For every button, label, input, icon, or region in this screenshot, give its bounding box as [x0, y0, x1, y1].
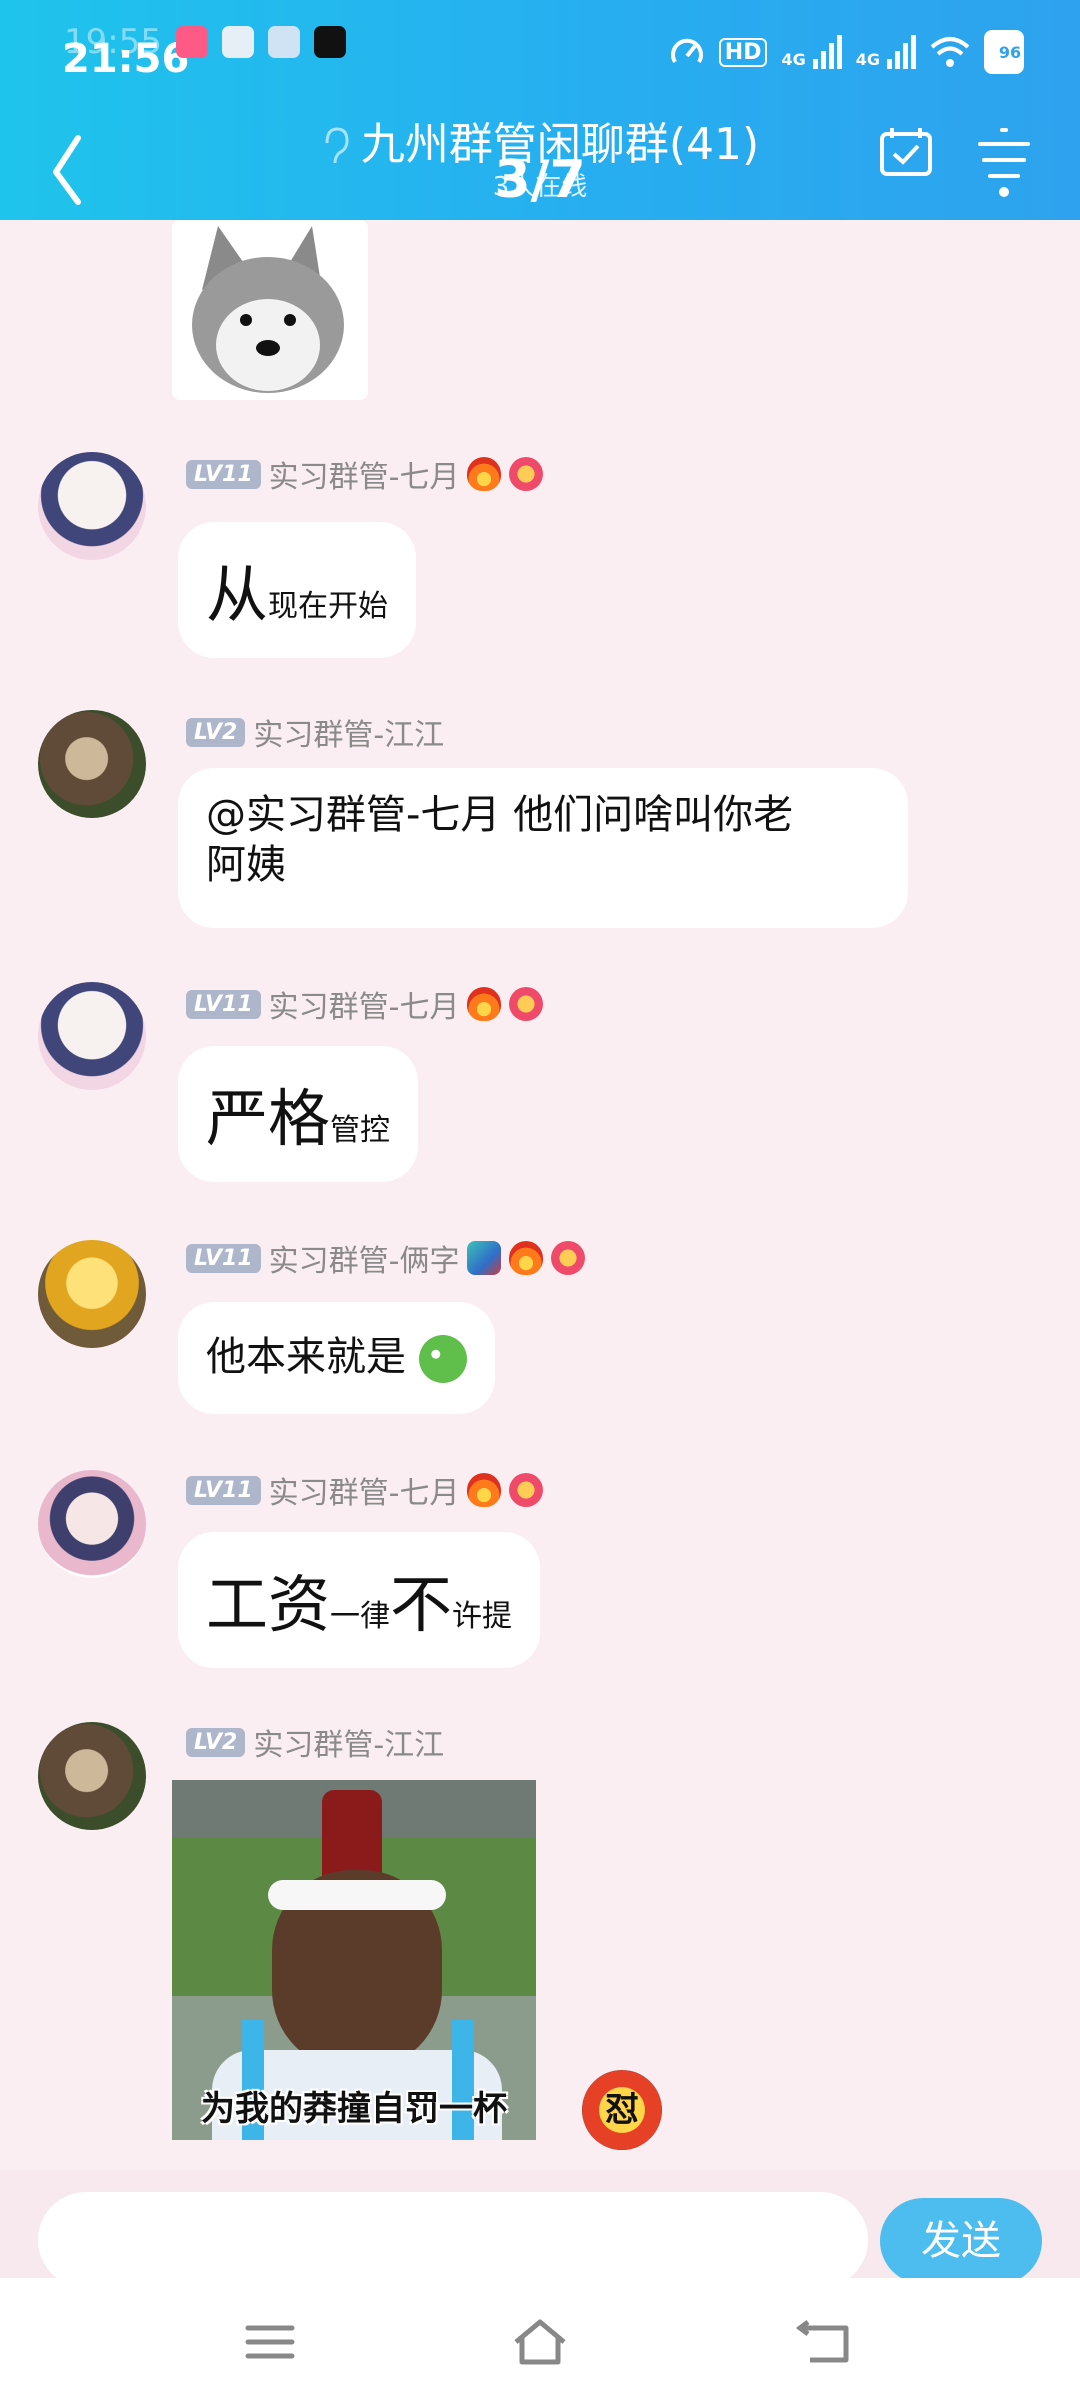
message-bubble[interactable]: @实习群管-七月 他们问啥叫你老 阿姨 [178, 768, 908, 928]
fire-icon [467, 987, 502, 1021]
speed-icon [670, 38, 703, 64]
sender-meta: LV2 实习群管-江江 [186, 710, 444, 754]
dragon-icon [467, 1241, 502, 1275]
send-button[interactable]: 发送 [880, 2198, 1042, 2284]
status-indicators: HD 4G 4G 96 [669, 30, 1030, 74]
sender-name[interactable]: 实习群管-俩字 [269, 1236, 460, 1280]
message-bubble[interactable]: 他本来就是 [178, 1302, 495, 1414]
avatar[interactable] [38, 1470, 146, 1578]
level-badge: LV11 [186, 459, 261, 489]
hd-badge: HD [718, 37, 768, 67]
tiktok-app-icon [314, 26, 346, 58]
message-text-small: 许提 [452, 1599, 513, 1634]
message-text-line: 阿姨 [206, 842, 286, 888]
chat-header: 19:55 21:56 HD 4G 4G 96 九州群管闲聊群(41) 3人在线… [0, 0, 1080, 220]
sender-meta: LV2 实习群管-江江 [186, 1720, 444, 1764]
sender-name[interactable]: 实习群管-江江 [253, 710, 444, 754]
level-badge: LV11 [186, 1243, 261, 1273]
avatar[interactable] [38, 452, 146, 560]
group-menu-icon[interactable] [976, 124, 1032, 200]
signal-2-icon: 4G [856, 35, 916, 69]
avatar[interactable] [38, 710, 146, 818]
status-time: 21:56 [62, 36, 190, 82]
notification-icons [176, 26, 346, 58]
husky-sticker[interactable] [172, 220, 368, 400]
sender-meta: LV11 实习群管-七月 [186, 452, 544, 496]
battery-level: 96 [998, 42, 1022, 62]
avatar[interactable] [38, 982, 146, 1090]
message-input[interactable] [38, 2192, 868, 2288]
husky-image [192, 226, 344, 393]
message-bubble[interactable]: 从现在开始 [178, 522, 417, 658]
fire-icon [467, 457, 502, 491]
message-text-small: 一律 [330, 1599, 391, 1634]
wifi-icon [930, 37, 970, 67]
image-caption: 为我的莽撞自罚一杯 [201, 2089, 507, 2129]
sender-name[interactable]: 实习群管-江江 [253, 1720, 444, 1764]
calendar-check-icon[interactable] [878, 124, 934, 180]
sender-name[interactable]: 实习群管-七月 [269, 452, 460, 496]
message-text-line: @实习群管-七月 他们问啥叫你老 [206, 792, 794, 838]
input-bar: 发送 [0, 2170, 1080, 2288]
message-text-small: 现在开始 [268, 589, 389, 624]
sender-meta: LV11 实习群管-七月 [186, 982, 544, 1026]
headband-shape [268, 1880, 446, 1910]
back-nav-icon[interactable] [796, 2318, 856, 2366]
flower-icon [509, 987, 544, 1021]
level-badge: LV11 [186, 1475, 261, 1505]
system-nav-bar [0, 2278, 1080, 2400]
avatar[interactable] [38, 1240, 146, 1348]
level-badge: LV2 [186, 717, 246, 747]
message-text-big: 不 [390, 1568, 453, 1641]
message-bubble[interactable]: 工资一律不许提 [178, 1532, 541, 1668]
signal-1-icon: 4G [781, 35, 842, 69]
message-text-small: 管控 [330, 1113, 391, 1148]
message-text: 他本来就是 [206, 1334, 406, 1380]
home-icon[interactable] [510, 2318, 570, 2366]
flower-icon [551, 1241, 586, 1275]
mail-app-icon [222, 26, 254, 58]
chat-message-list[interactable]: LV11 实习群管-七月 从现在开始 LV2 实习群管-江江 @实习群管-七月 … [0, 220, 1080, 2170]
sender-meta: LV11 实习群管-七月 [186, 1468, 544, 1512]
message-bubble[interactable]: 严格管控 [178, 1046, 419, 1182]
menu-icon[interactable] [240, 2318, 300, 2366]
message-text-big: 从 [206, 558, 269, 631]
frog-emoji-icon [418, 1335, 467, 1383]
avatar[interactable] [38, 1722, 146, 1830]
sender-name[interactable]: 实习群管-七月 [269, 982, 460, 1026]
fire-icon [509, 1241, 544, 1275]
flower-icon [509, 457, 544, 491]
image-message[interactable]: 为我的莽撞自罚一杯 [172, 1780, 536, 2140]
lala-app-icon [176, 26, 208, 58]
message-text-big: 严格 [206, 1082, 331, 1155]
reaction-sticker[interactable]: 怼 [582, 2070, 662, 2150]
message-text-big: 工资 [206, 1568, 331, 1641]
level-badge: LV11 [186, 989, 261, 1019]
sender-name[interactable]: 实习群管-七月 [269, 1468, 460, 1512]
level-badge: LV2 [186, 1727, 246, 1757]
sender-meta: LV11 实习群管-俩字 [186, 1236, 586, 1280]
flower-icon [509, 1473, 544, 1507]
fire-icon [467, 1473, 502, 1507]
telegram-app-icon [268, 26, 300, 58]
